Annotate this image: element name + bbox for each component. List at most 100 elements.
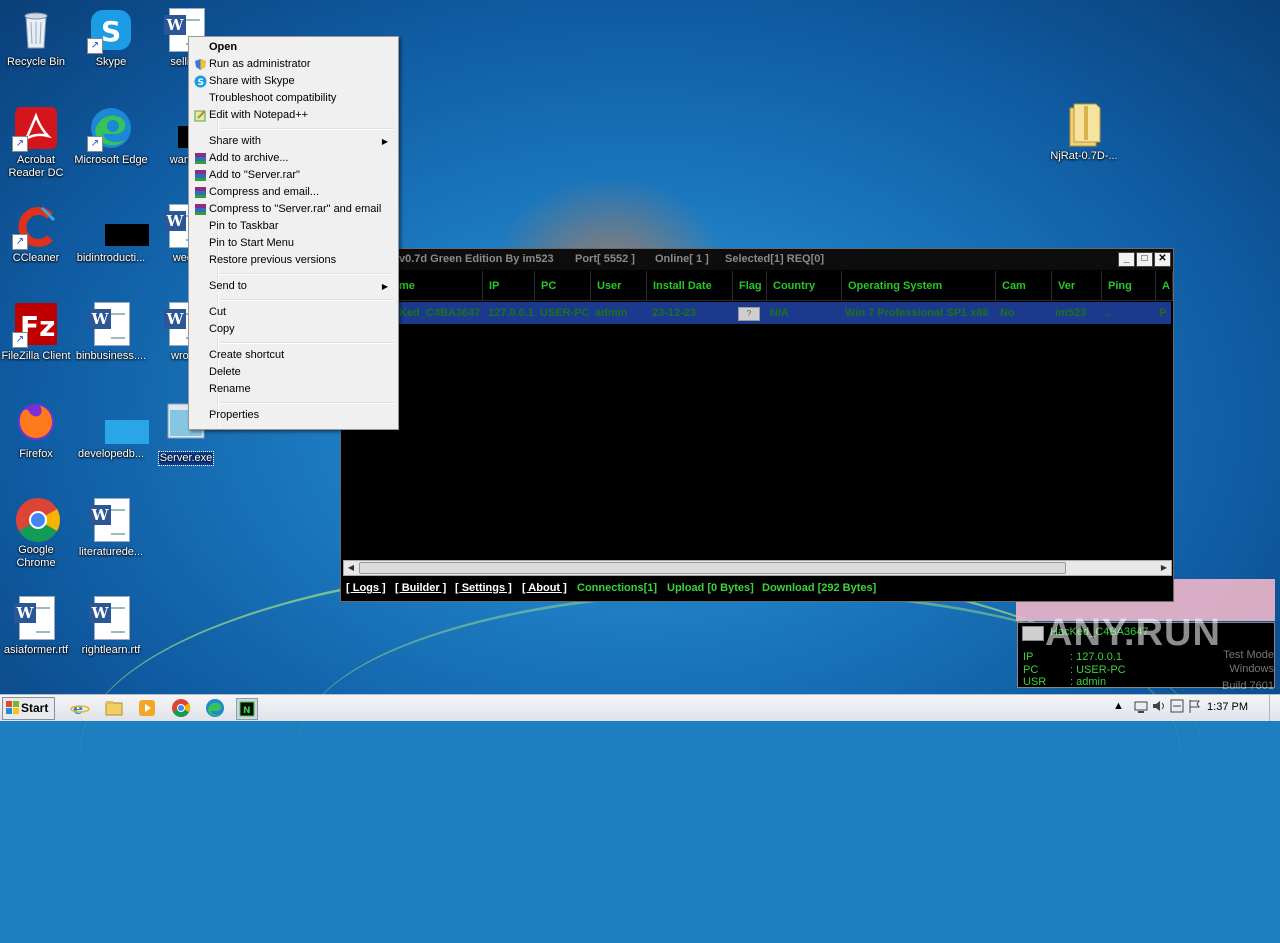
winrar-icon (194, 152, 207, 165)
builder-link[interactable]: [ Builder ] (395, 577, 446, 599)
logs-link[interactable]: [ Logs ] (346, 577, 386, 599)
system-tray: ▲ (1105, 695, 1280, 721)
njrat-icon[interactable]: N (236, 698, 258, 720)
maximize-button[interactable]: □ (1136, 252, 1153, 267)
menu-separator (219, 402, 394, 404)
desktop-icon-filezilla[interactable]: Fz ↗ FileZilla Client (0, 302, 74, 363)
winrar-icon (194, 203, 207, 216)
close-button[interactable]: ✕ (1154, 252, 1171, 267)
menu-item-share-with[interactable]: Share with ▶ (191, 133, 396, 150)
column-header-pc[interactable]: PC (535, 271, 591, 301)
zip-folder-icon (1062, 102, 1106, 147)
column-header-ver[interactable]: Ver (1052, 271, 1102, 301)
njrat-window[interactable]: v0.7d Green Edition By im523 Port[ 5552 … (340, 248, 1174, 602)
menu-item-troubleshoot[interactable]: Troubleshoot compatibility (191, 90, 396, 107)
media-player-icon[interactable] (137, 698, 157, 718)
horizontal-scrollbar[interactable]: ◀ ▶ (343, 560, 1172, 576)
status-bar: [ Logs ] [ Builder ] [ Settings ] [ Abou… (341, 577, 1173, 601)
scroll-left-icon[interactable]: ◀ (344, 561, 358, 575)
column-header-ping[interactable]: Ping (1102, 271, 1156, 301)
flag-tray-icon[interactable] (1187, 698, 1203, 717)
desktop-icon-skype[interactable]: S ↗ Skype (73, 8, 149, 69)
desktop-icon-rightlearn[interactable]: W rightlearn.rtf (73, 596, 149, 657)
firefox-icon (14, 400, 58, 444)
word-document-icon: W (89, 596, 133, 640)
column-header-user[interactable]: User (591, 271, 647, 301)
menu-item-add-to-server-rar[interactable]: Add to "Server.rar" (191, 167, 396, 184)
explorer-icon[interactable] (104, 698, 124, 718)
show-desktop-button[interactable] (1269, 695, 1280, 721)
menu-item-delete[interactable]: Delete (191, 364, 396, 381)
scroll-thumb[interactable] (359, 562, 1066, 574)
network-icon[interactable] (1133, 698, 1149, 717)
desktop-icon-label: Recycle Bin (6, 56, 66, 68)
minimize-button[interactable]: _ (1118, 252, 1135, 267)
desktop-icon-label: Firefox (19, 448, 53, 460)
column-header-install-date[interactable]: Install Date (647, 271, 733, 301)
edge-icon[interactable] (205, 698, 225, 718)
menu-item-create-shortcut[interactable]: Create shortcut (191, 347, 396, 364)
title-port: Port[ 5552 ] (575, 253, 635, 265)
desktop-icon-ccleaner[interactable]: ↗ CCleaner (0, 204, 74, 265)
cell-os: Win 7 Professional SP1 x86 (845, 307, 989, 319)
menu-item-edit-notepadpp[interactable]: Edit with Notepad++ (191, 107, 396, 124)
table-row[interactable]: Ked_C4BA3647 127.0.0.1 USER-PC admin 23-… (341, 302, 1171, 324)
desktop-icon-literature[interactable]: W literaturede... (73, 498, 149, 559)
shortcut-arrow-icon: ↗ (87, 38, 103, 54)
settings-link[interactable]: [ Settings ] (455, 577, 512, 599)
desktop-icon-bidintroduction[interactable]: bidintroducti... (73, 204, 149, 265)
menu-item-copy[interactable]: Copy (191, 321, 396, 338)
desktop-icon-label: NjRat-0.7D-... (1050, 150, 1118, 162)
column-header-country[interactable]: Country (767, 271, 842, 301)
menu-item-run-as-administrator[interactable]: Run as administrator (191, 56, 396, 73)
menu-item-cut[interactable]: Cut (191, 304, 396, 321)
menu-item-compress-and-email[interactable]: Compress and email... (191, 184, 396, 201)
menu-item-share-with-skype[interactable]: S Share with Skype (191, 73, 396, 90)
njrat-title-bar[interactable]: v0.7d Green Edition By im523 Port[ 5552 … (341, 249, 1173, 270)
clock[interactable]: 1:37 PM (1207, 701, 1248, 713)
flag-icon (1022, 626, 1044, 641)
shortcut-arrow-icon: ↗ (12, 332, 28, 348)
column-header-flag[interactable]: Flag (733, 271, 767, 301)
menu-item-label: Cut (209, 306, 227, 318)
column-header-cam[interactable]: Cam (996, 271, 1052, 301)
menu-item-pin-to-taskbar[interactable]: Pin to Taskbar (191, 218, 396, 235)
desktop-icon-recycle-bin[interactable]: Recycle Bin (0, 8, 74, 69)
ie-icon[interactable]: e (70, 698, 90, 718)
ccleaner-icon: ↗ (12, 204, 58, 250)
title-online: Online[ 1 ] (655, 253, 709, 265)
chrome-icon[interactable] (171, 698, 191, 718)
desktop-icon-acrobat[interactable]: ↗ Acrobat Reader DC (0, 106, 74, 180)
scroll-right-icon[interactable]: ▶ (1157, 561, 1171, 575)
desktop-icon-firefox[interactable]: Firefox (0, 400, 74, 461)
desktop-icon-label: literaturede... (78, 546, 144, 558)
submenu-arrow-icon: ▶ (381, 137, 388, 146)
menu-item-pin-to-start[interactable]: Pin to Start Menu (191, 235, 396, 252)
desktop-icon-njrat-folder[interactable]: NjRat-0.7D-... (1046, 102, 1122, 163)
desktop-icon-chrome[interactable]: Google Chrome (0, 496, 74, 570)
shortcut-arrow-icon: ↗ (12, 136, 28, 152)
column-header-operating-system[interactable]: Operating System (842, 271, 996, 301)
notification-pc-label: PC (1023, 664, 1039, 676)
desktop-icon-asiaformer[interactable]: W asiaformer.rtf (0, 596, 74, 657)
start-button[interactable]: Start (2, 697, 55, 720)
desktop-icon-binbusiness[interactable]: W binbusiness.... (73, 302, 149, 363)
column-header-ip[interactable]: IP (483, 271, 535, 301)
menu-item-add-to-archive[interactable]: Add to archive... (191, 150, 396, 167)
chrome-icon (14, 496, 60, 542)
menu-item-properties[interactable]: Properties (191, 407, 396, 424)
menu-item-rename[interactable]: Rename (191, 381, 396, 398)
column-header-a[interactable]: A (1156, 271, 1173, 301)
menu-item-restore-previous[interactable]: Restore previous versions (191, 252, 396, 269)
desktop-icon-edge[interactable]: ↗ Microsoft Edge (73, 106, 149, 167)
about-link[interactable]: [ About ] (522, 577, 567, 599)
context-menu[interactable]: Open Run as administrator S Share with S… (188, 36, 399, 430)
volume-icon[interactable] (1151, 698, 1167, 717)
action-center-icon[interactable] (1169, 698, 1185, 717)
menu-item-send-to[interactable]: Send to ▶ (191, 278, 396, 295)
menu-item-open[interactable]: Open (191, 39, 396, 56)
menu-item-compress-server-rar-email[interactable]: Compress to "Server.rar" and email (191, 201, 396, 218)
menu-item-label: Rename (209, 383, 251, 395)
desktop-icon-developedb[interactable]: developedb... (73, 400, 149, 461)
tray-expand-icon[interactable]: ▲ (1113, 700, 1124, 712)
